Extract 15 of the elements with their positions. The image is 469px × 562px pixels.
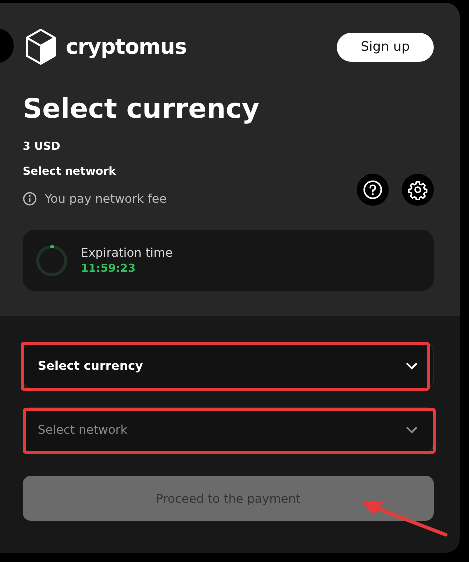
network-label: Select network	[23, 165, 118, 178]
amount-text: 3 USD	[23, 140, 62, 153]
settings-button[interactable]	[402, 174, 434, 206]
brand-name: cryptomus	[66, 35, 187, 59]
fee-note: You pay network fee	[45, 192, 167, 206]
info-icon	[23, 192, 37, 206]
sign-up-button[interactable]: Sign up	[337, 32, 434, 62]
timer-value: 11:59:23	[81, 262, 137, 275]
page-title: Select currency	[23, 93, 261, 127]
help-button[interactable]	[357, 174, 389, 206]
cube-logo-icon	[25, 28, 57, 66]
settings-icon	[408, 180, 428, 200]
dropdown-field[interactable]: Select currency	[23, 343, 434, 389]
timer-label: Expiration time	[81, 246, 173, 260]
help-icon	[363, 180, 383, 200]
